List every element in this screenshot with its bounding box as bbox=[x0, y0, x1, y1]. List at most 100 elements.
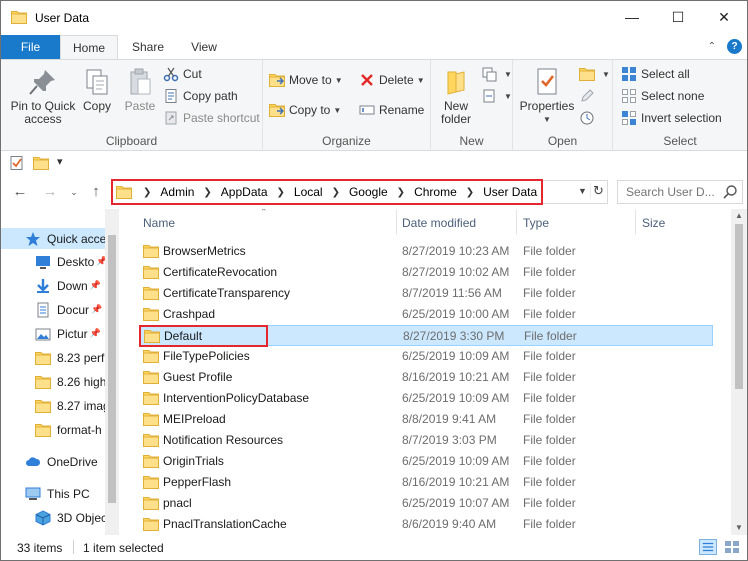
group-label-clipboard: Clipboard bbox=[105, 134, 158, 148]
nav-onedrive[interactable]: OneDrive bbox=[1, 451, 105, 472]
folder-icon bbox=[11, 10, 27, 24]
pin-icon: 📌 bbox=[96, 256, 105, 266]
invert-selection-button[interactable]: Invert selection bbox=[621, 108, 722, 128]
nav-scrollbar[interactable] bbox=[105, 209, 119, 535]
column-name[interactable]: Name bbox=[143, 216, 175, 230]
copy-to-button[interactable]: Copy to ▼ bbox=[269, 100, 341, 120]
minimize-button[interactable]: — bbox=[609, 1, 655, 33]
nav-downloads[interactable]: Down 📌 bbox=[1, 275, 105, 296]
file-list-scrollbar[interactable]: ▲ ▼ bbox=[731, 209, 747, 535]
rename-label: Rename bbox=[379, 103, 425, 117]
nav-folder-827[interactable]: 8.27 imag bbox=[1, 395, 105, 416]
nav-pictures[interactable]: Pictur 📌 bbox=[1, 323, 105, 344]
scroll-thumb[interactable] bbox=[108, 235, 116, 503]
select-all-button[interactable]: Select all bbox=[621, 64, 690, 84]
address-history-icon[interactable]: ▼ bbox=[578, 186, 587, 196]
column-type[interactable]: Type bbox=[523, 216, 549, 230]
refresh-icon[interactable]: ↻ bbox=[590, 183, 606, 199]
edit-button[interactable] bbox=[579, 86, 599, 106]
table-row[interactable]: pnacl 6/25/2019 10:07 AM File folder bbox=[139, 493, 713, 514]
up-arrow-icon[interactable]: ↑ bbox=[87, 183, 105, 201]
folder-icon bbox=[143, 286, 159, 300]
new-folder-button[interactable]: New folder bbox=[433, 62, 479, 126]
tab-file[interactable]: File bbox=[1, 35, 60, 59]
nav-3d-objects[interactable]: 3D Objec bbox=[1, 507, 105, 528]
column-divider[interactable] bbox=[635, 209, 636, 235]
ribbon: Pin to Quick access Copy Paste Cut Copy … bbox=[1, 59, 747, 151]
file-name: Crashpad bbox=[163, 307, 216, 321]
copy-button[interactable]: Copy bbox=[79, 62, 115, 113]
pin-to-quick-access-button[interactable]: Pin to Quick access bbox=[7, 62, 79, 126]
copy-path-button[interactable]: Copy path bbox=[163, 86, 238, 106]
table-row[interactable]: CertificateRevocation 8/27/2019 10:02 AM… bbox=[139, 262, 713, 283]
easy-access-button[interactable]: ▼ bbox=[481, 86, 512, 106]
column-size[interactable]: Size bbox=[642, 216, 665, 230]
folder-icon bbox=[143, 475, 159, 489]
column-date-modified[interactable]: Date modified bbox=[402, 216, 476, 230]
select-none-icon bbox=[622, 89, 636, 103]
large-icons-view-icon[interactable] bbox=[723, 539, 741, 555]
scroll-down-icon[interactable]: ▼ bbox=[731, 521, 747, 535]
table-row[interactable]: Guest Profile 8/16/2019 10:21 AM File fo… bbox=[139, 367, 713, 388]
history-button[interactable] bbox=[579, 108, 599, 128]
select-none-button[interactable]: Select none bbox=[621, 86, 704, 106]
open-button[interactable]: ▼ bbox=[579, 64, 610, 84]
new-item-button[interactable]: ▼ bbox=[481, 64, 512, 84]
paste-shortcut-button[interactable]: Paste shortcut bbox=[163, 108, 260, 128]
table-row[interactable]: BrowserMetrics 8/27/2019 10:23 AM File f… bbox=[139, 241, 713, 262]
customize-toolbar-icon[interactable]: ▾ bbox=[57, 155, 63, 168]
properties-label: Properties bbox=[519, 99, 575, 113]
table-row[interactable]: PnaclTranslationCache 8/6/2019 9:40 AM F… bbox=[139, 514, 713, 535]
nav-folder-826[interactable]: 8.26 high bbox=[1, 371, 105, 392]
back-arrow-icon[interactable]: ← bbox=[11, 183, 29, 201]
table-row[interactable]: PepperFlash 8/16/2019 10:21 AM File fold… bbox=[139, 472, 713, 493]
copy-label: Copy bbox=[82, 99, 111, 113]
table-row[interactable]: OriginTrials 6/25/2019 10:09 AM File fol… bbox=[139, 451, 713, 472]
file-type: File folder bbox=[523, 412, 576, 426]
file-date: 8/16/2019 10:21 AM bbox=[402, 475, 510, 489]
group-label-organize: Organize bbox=[322, 134, 371, 148]
cut-button[interactable]: Cut bbox=[163, 64, 202, 84]
close-button[interactable]: ✕ bbox=[701, 1, 747, 33]
new-folder-qat-icon[interactable] bbox=[33, 156, 49, 170]
maximize-button[interactable]: ☐ bbox=[655, 1, 701, 33]
column-divider[interactable] bbox=[396, 209, 397, 235]
properties-check-icon[interactable] bbox=[9, 155, 25, 171]
chevron-up-icon[interactable]: ⌃ bbox=[705, 40, 719, 54]
details-view-icon[interactable] bbox=[699, 539, 717, 555]
nav-documents[interactable]: Docur 📌 bbox=[1, 299, 105, 320]
table-row[interactable]: MEIPreload 8/8/2019 9:41 AM File folder bbox=[139, 409, 713, 430]
table-row[interactable]: InterventionPolicyDatabase 6/25/2019 10:… bbox=[139, 388, 713, 409]
search-box[interactable] bbox=[617, 180, 743, 204]
search-input[interactable] bbox=[618, 181, 718, 203]
tab-home[interactable]: Home bbox=[60, 35, 118, 60]
nav-folder-format[interactable]: format-h bbox=[1, 419, 105, 440]
tab-view[interactable]: View bbox=[179, 35, 229, 59]
column-divider[interactable] bbox=[516, 209, 517, 235]
forward-arrow-icon[interactable]: → bbox=[41, 183, 59, 201]
scroll-up-icon[interactable]: ▲ bbox=[731, 209, 747, 223]
delete-x-icon bbox=[361, 74, 373, 86]
recent-locations-icon[interactable]: ⌄ bbox=[65, 183, 83, 201]
file-name: CertificateRevocation bbox=[163, 265, 278, 279]
table-row[interactable]: FileTypePolicies 6/25/2019 10:09 AM File… bbox=[139, 346, 713, 367]
file-type: File folder bbox=[523, 265, 576, 279]
tab-share[interactable]: Share bbox=[121, 35, 175, 59]
nav-folder-823[interactable]: 8.23 perf bbox=[1, 347, 105, 368]
table-row[interactable]: Crashpad 6/25/2019 10:00 AM File folder bbox=[139, 304, 713, 325]
paste-button[interactable]: Paste bbox=[121, 62, 159, 113]
rename-button[interactable]: Rename bbox=[359, 100, 424, 120]
properties-button[interactable]: Properties ▼ bbox=[517, 62, 577, 126]
move-to-button[interactable]: Move to ▼ bbox=[269, 70, 343, 90]
cut-label: Cut bbox=[183, 67, 202, 81]
nav-this-pc[interactable]: This PC bbox=[1, 483, 105, 504]
table-row[interactable]: CertificateTransparency 8/7/2019 11:56 A… bbox=[139, 283, 713, 304]
nav-desktop[interactable]: Deskto 📌 bbox=[1, 251, 105, 272]
delete-button[interactable]: Delete ▼ bbox=[359, 70, 425, 90]
group-label-select: Select bbox=[663, 134, 697, 148]
copy-path-label: Copy path bbox=[183, 89, 238, 103]
scroll-thumb[interactable] bbox=[735, 224, 743, 389]
table-row[interactable]: Notification Resources 8/7/2019 3:03 PM … bbox=[139, 430, 713, 451]
nav-quick-access[interactable]: Quick acce bbox=[1, 228, 105, 249]
help-icon[interactable]: ? bbox=[727, 39, 742, 54]
